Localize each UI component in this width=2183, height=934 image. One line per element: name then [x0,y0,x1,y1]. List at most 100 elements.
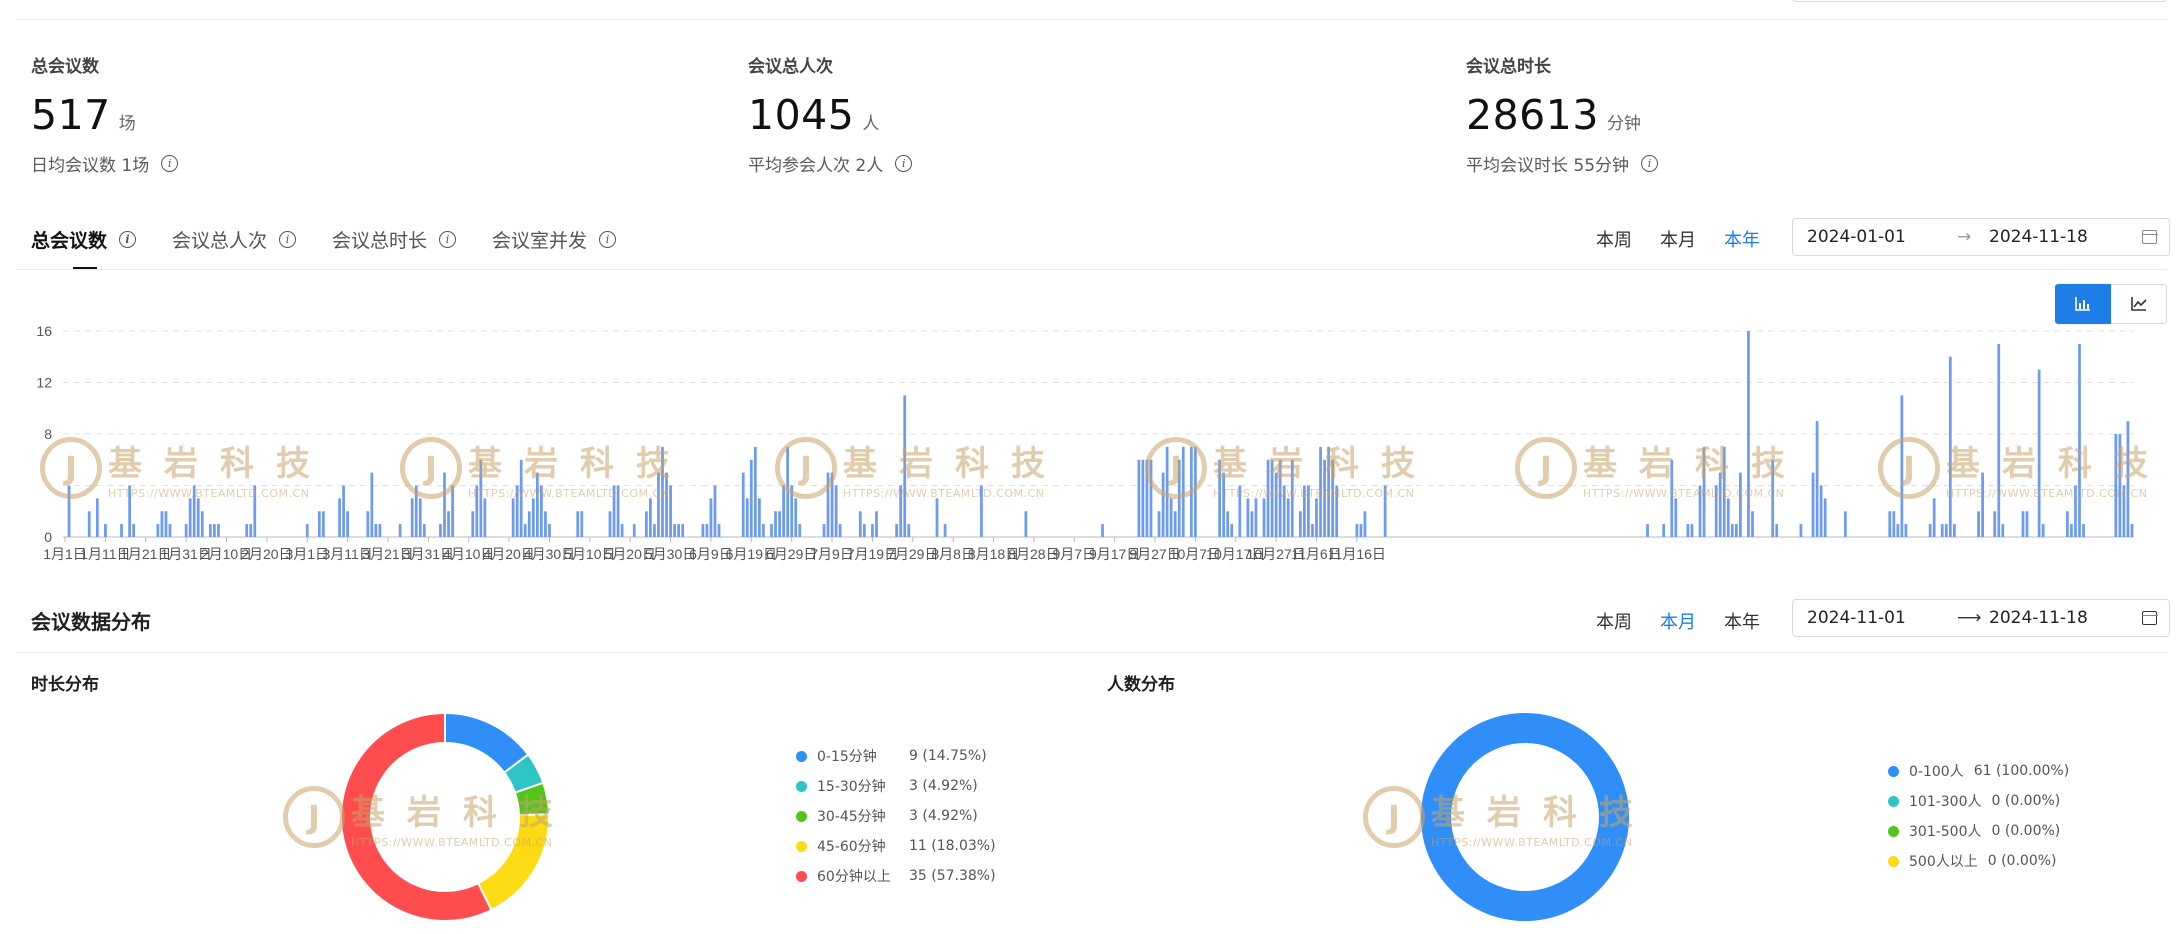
bar[interactable] [1157,511,1161,537]
tab-total-meetings[interactable]: 总会议数 i [31,224,137,270]
bar[interactable] [1137,459,1141,537]
bar[interactable] [1702,446,1706,537]
bar[interactable] [826,472,830,537]
bar[interactable] [2001,524,2005,537]
bar[interactable] [160,511,164,537]
bar[interactable] [1843,511,1847,537]
bar[interactable] [398,524,402,537]
bar[interactable] [1977,511,1980,537]
bar[interactable] [657,472,660,537]
bar[interactable] [705,524,709,537]
bar[interactable] [104,524,107,537]
bar[interactable] [156,524,160,537]
bar[interactable] [475,485,479,538]
bar[interactable] [2074,485,2077,538]
bar[interactable] [1177,459,1181,537]
bar[interactable] [1896,524,1900,537]
bar[interactable] [1662,524,1666,537]
bar[interactable] [830,472,834,537]
bar[interactable] [1892,511,1896,537]
bar[interactable] [1799,524,1803,537]
bar[interactable] [2037,369,2041,537]
bar[interactable] [1646,524,1649,537]
bar[interactable] [1307,485,1310,538]
bar[interactable] [1904,524,1908,537]
bar[interactable] [1997,343,2001,537]
bar[interactable] [305,524,309,537]
period-week[interactable]: 本周 [1596,226,1632,252]
bar[interactable] [523,524,527,537]
legend-item[interactable]: 15-30分钟 3 (4.92%) [796,771,996,801]
bar[interactable] [576,511,580,537]
legend-item[interactable]: 301-500人 0 (0.00%) [1888,816,2069,846]
info-icon[interactable]: i [1641,155,1659,172]
bar[interactable] [1161,472,1165,537]
bar[interactable] [483,498,487,537]
bar[interactable] [1383,485,1387,538]
start-date[interactable]: 2024-01-01 [1807,227,1957,247]
bar[interactable] [762,524,765,537]
bar[interactable] [1718,472,1722,537]
bar[interactable] [544,511,547,537]
bar[interactable] [774,511,777,537]
bar[interactable] [338,498,341,537]
bar[interactable] [649,498,652,537]
bar[interactable] [378,524,382,537]
bar[interactable] [1282,485,1286,538]
bar[interactable] [1169,498,1173,537]
bar[interactable] [1811,472,1815,537]
bar[interactable] [249,524,253,537]
bar[interactable] [798,524,802,537]
bar[interactable] [1952,524,1956,537]
bar[interactable] [665,472,668,537]
bar[interactable] [443,472,446,537]
bar[interactable] [2025,511,2029,537]
end-date[interactable]: 2024-11-18 [1989,608,2129,628]
bar[interactable] [188,498,192,537]
bar[interactable] [253,485,257,538]
legend-item[interactable]: 60分钟以上 35 (57.38%) [796,861,996,891]
bar[interactable] [2078,343,2081,537]
top-filter-box[interactable] [1792,0,2167,2]
end-date[interactable]: 2024-11-18 [1989,227,2129,247]
bar[interactable] [778,511,781,537]
start-date[interactable]: 2024-11-01 [1807,608,1957,628]
bar[interactable] [701,524,705,537]
bar[interactable] [1149,459,1153,537]
info-icon[interactable]: i [161,155,179,172]
bar[interactable] [669,485,672,538]
bar[interactable] [1254,498,1258,537]
date-range-picker-dist[interactable]: 2024-11-01 ⟶ 2024-11-18 [1792,599,2170,637]
bar[interactable] [1194,446,1197,537]
bar[interactable] [439,524,442,537]
calendar-icon[interactable] [2141,611,2158,625]
bar[interactable] [2021,511,2025,537]
bar[interactable] [1319,446,1322,537]
bar[interactable] [1262,498,1266,537]
bar[interactable] [1734,524,1738,537]
bar[interactable] [370,472,374,537]
bar[interactable] [1331,459,1335,537]
bar[interactable] [1145,459,1149,537]
bar[interactable] [128,485,131,538]
bar[interactable] [1189,446,1193,537]
bar[interactable] [838,524,842,537]
bar[interactable] [540,485,543,538]
bar[interactable] [1698,485,1702,538]
bar[interactable] [87,511,91,537]
legend-item[interactable]: 30-45分钟 3 (4.92%) [796,801,996,831]
bar[interactable] [2130,524,2134,537]
bar[interactable] [2041,524,2045,537]
bar[interactable] [479,459,483,537]
bar[interactable] [709,498,713,537]
bar[interactable] [1303,485,1306,538]
bar[interactable] [1230,524,1234,537]
bar[interactable] [200,511,204,537]
bar[interactable] [1101,524,1104,537]
bar[interactable] [2070,524,2073,537]
bar[interactable] [612,485,616,538]
bar[interactable] [2114,434,2118,537]
bar[interactable] [822,524,826,537]
bar[interactable] [673,524,676,537]
bar[interactable] [1819,485,1823,538]
